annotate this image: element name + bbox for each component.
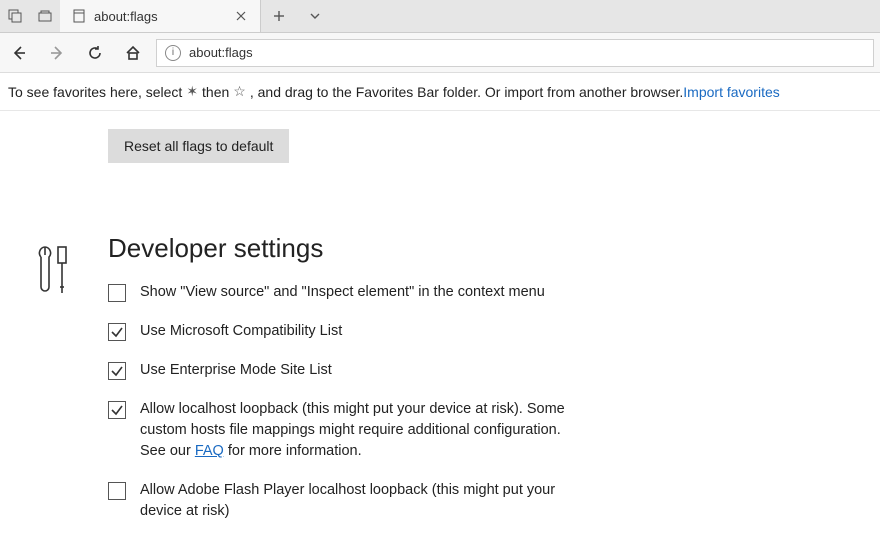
option-label: Allow Adobe Flash Player localhost loopb… bbox=[140, 480, 568, 522]
url-text: about:flags bbox=[189, 45, 253, 60]
tab-title: about:flags bbox=[94, 9, 158, 24]
checkbox[interactable] bbox=[108, 401, 126, 419]
checkbox[interactable] bbox=[108, 362, 126, 380]
option-label: Use Enterprise Mode Site List bbox=[140, 360, 332, 381]
tab-actions-button[interactable] bbox=[297, 0, 333, 32]
address-bar: i about:flags bbox=[0, 33, 880, 73]
tab-bar: about:flags bbox=[0, 0, 880, 33]
tools-icon bbox=[34, 243, 74, 302]
page-icon bbox=[72, 9, 86, 23]
favorites-hint-suffix: , and drag to the Favorites Bar folder. … bbox=[250, 84, 683, 100]
checkbox[interactable] bbox=[108, 284, 126, 302]
import-favorites-link[interactable]: Import favorites bbox=[683, 84, 779, 100]
set-aside-tabs-icon[interactable] bbox=[0, 0, 30, 32]
option-row: Show "View source" and "Inspect element"… bbox=[108, 282, 568, 303]
option-row: Use Microsoft Compatibility List bbox=[108, 321, 568, 342]
left-gutter bbox=[0, 111, 108, 540]
option-row: Allow localhost loopback (this might put… bbox=[108, 399, 568, 462]
home-button[interactable] bbox=[114, 33, 152, 73]
main-panel: Reset all flags to default Developer set… bbox=[108, 111, 880, 540]
reset-flags-button[interactable]: Reset all flags to default bbox=[108, 129, 289, 163]
checkbox[interactable] bbox=[108, 482, 126, 500]
checkbox[interactable] bbox=[108, 323, 126, 341]
options-list: Show "View source" and "Inspect element"… bbox=[108, 282, 810, 522]
refresh-button[interactable] bbox=[76, 33, 114, 73]
show-tabs-icon[interactable] bbox=[30, 0, 60, 32]
favorites-hint-bar: To see favorites here, select ✶ then ☆ ,… bbox=[0, 73, 880, 111]
site-info-icon[interactable]: i bbox=[165, 45, 181, 61]
page-content: Reset all flags to default Developer set… bbox=[0, 111, 880, 540]
option-label: Allow localhost loopback (this might put… bbox=[140, 399, 568, 462]
address-field[interactable]: i about:flags bbox=[156, 39, 874, 67]
new-tab-button[interactable] bbox=[261, 0, 297, 32]
option-row: Allow Adobe Flash Player localhost loopb… bbox=[108, 480, 568, 522]
star-outline-icon: ☆ bbox=[229, 83, 250, 100]
favorites-hint-prefix: To see favorites here, select bbox=[8, 84, 182, 100]
forward-button[interactable] bbox=[38, 33, 76, 73]
faq-link[interactable]: FAQ bbox=[195, 443, 224, 459]
browser-tab[interactable]: about:flags bbox=[60, 0, 261, 32]
option-label: Use Microsoft Compatibility List bbox=[140, 321, 342, 342]
back-button[interactable] bbox=[0, 33, 38, 73]
option-label: Show "View source" and "Inspect element"… bbox=[140, 282, 545, 303]
star-filled-icon: ✶ bbox=[182, 83, 202, 100]
section-title: Developer settings bbox=[108, 233, 810, 264]
favorites-hint-mid: then bbox=[202, 84, 229, 100]
close-tab-button[interactable] bbox=[234, 9, 248, 23]
option-row: Use Enterprise Mode Site List bbox=[108, 360, 568, 381]
